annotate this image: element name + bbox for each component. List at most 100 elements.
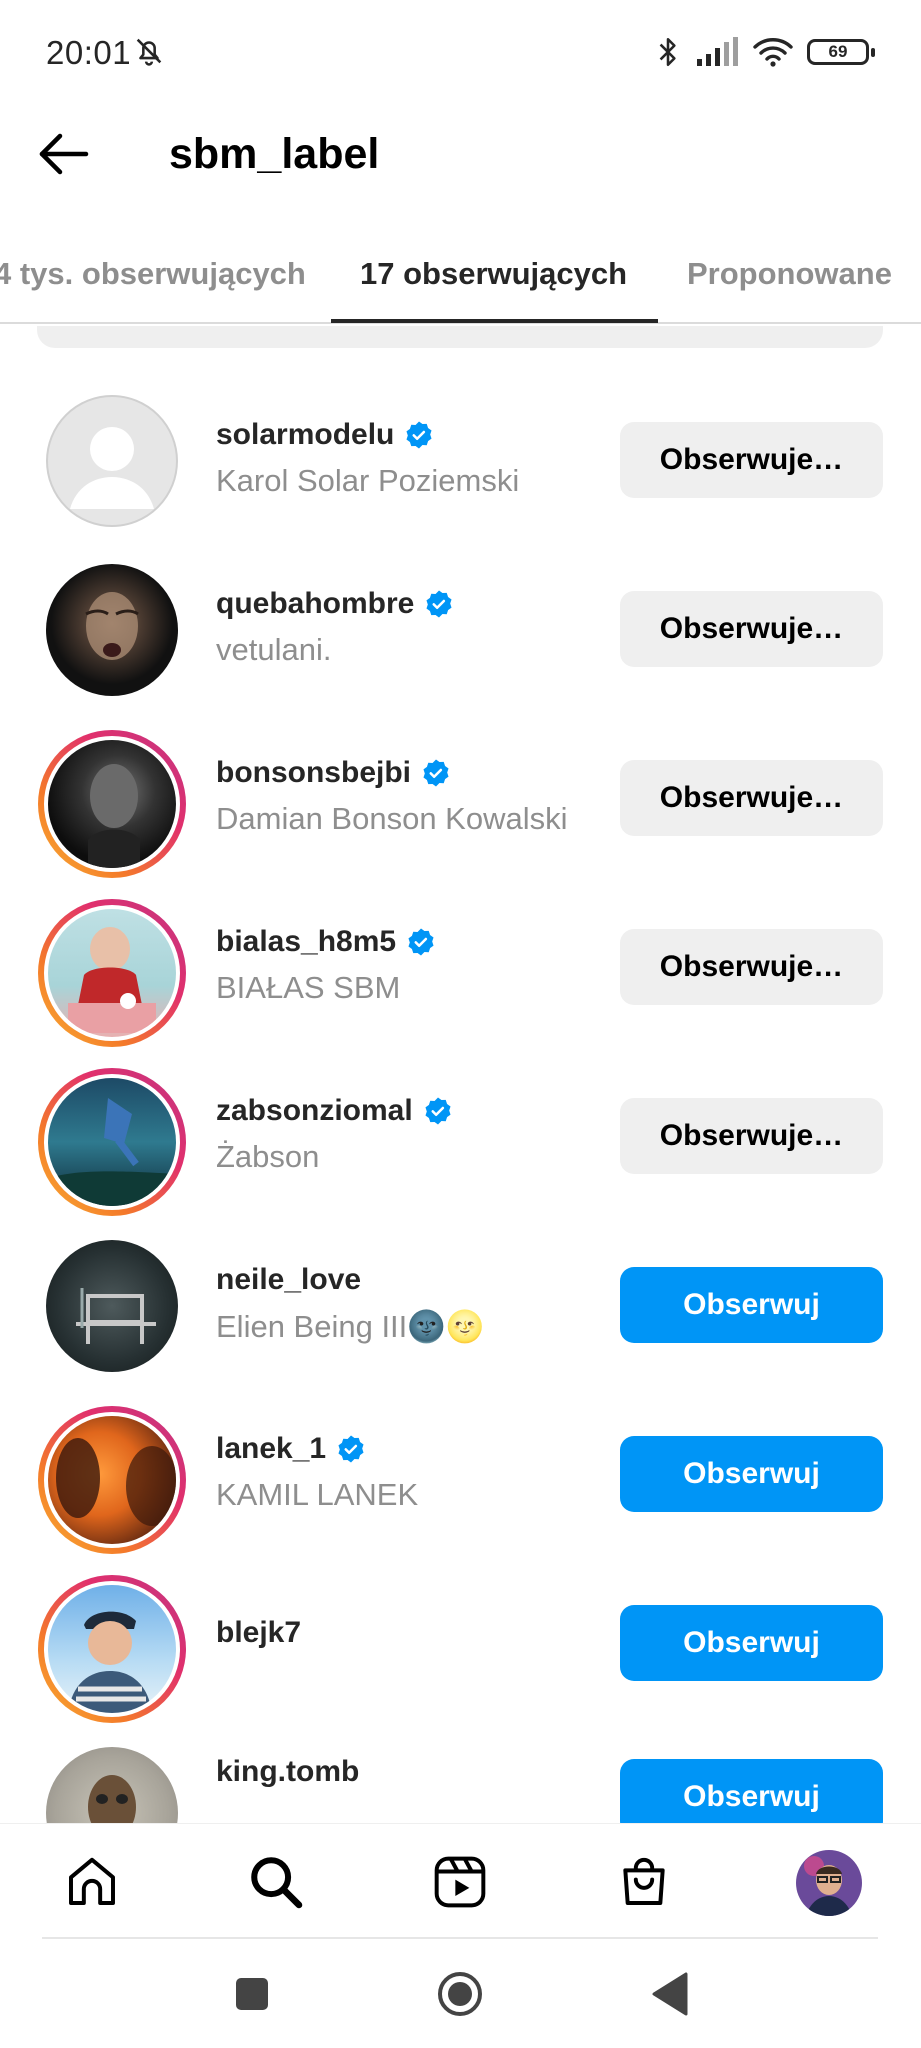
verified-badge-icon [425,1097,451,1125]
username-text: solarmodelu [216,418,395,451]
home-button[interactable] [436,1970,484,2018]
full-name: vetulani. [216,632,332,667]
search-icon [251,1857,303,1909]
status-time: 20:01 [46,34,132,71]
verified-badge-icon [423,759,449,787]
username[interactable]: lanek_1 [216,1432,366,1466]
battery-level: 69 [828,42,848,61]
verified-badge-icon [406,421,432,449]
verified-badge-icon [338,1435,364,1463]
nav-profile[interactable] [796,1850,862,1916]
home-icon [69,1857,115,1905]
username[interactable]: quebahombre [216,587,454,621]
list-item[interactable]: lanek_1 KAMIL LANEK Obserwuj [0,1389,921,1558]
system-navigation [0,1940,921,2048]
avatar [48,1078,176,1206]
avatar [48,1585,176,1713]
profile-avatar [796,1850,862,1916]
tab-suggested[interactable]: Proponowane [687,244,892,304]
search-bar-edge[interactable] [37,326,883,348]
username-text: king.tomb [216,1755,360,1788]
list-item[interactable]: bialas_h8m5 BIAŁAS SBM Obserwuje… [0,882,921,1051]
username[interactable]: bonsonsbejbi [216,756,451,790]
avatar[interactable] [46,395,178,527]
username-text: blejk7 [216,1616,302,1649]
following-button[interactable]: Obserwuje… [620,760,883,836]
bluetooth-icon [659,37,676,67]
list-item[interactable]: neile_love Elien Being III🌚🌝 Obserwuj [0,1220,921,1389]
full-name: KAMIL LANEK [216,1477,419,1512]
avatar-photo [88,764,140,868]
follow-button[interactable]: Obserwuj [620,1605,883,1681]
home-circle-icon [438,1972,482,2016]
following-button[interactable]: Obserwuje… [620,422,883,498]
full-name: Damian Bonson Kowalski [216,801,568,836]
following-button[interactable]: Obserwuje… [620,929,883,1005]
username[interactable]: king.tomb [216,1755,359,1789]
avatar [48,740,176,868]
signal-icon [697,37,738,66]
tab-bar: 4 tys. obserwujących 17 obserwujących Pr… [0,224,921,324]
avatar-photo [48,1098,176,1206]
avatar[interactable] [46,564,178,696]
list-item[interactable]: king.tomb Obserwuj [0,1727,921,1823]
username[interactable]: solarmodelu [216,418,434,452]
username[interactable]: neile_love [216,1263,361,1297]
username-text: bialas_h8m5 [216,925,397,958]
username-text: bonsonsbejbi [216,756,411,789]
nav-shop[interactable] [612,1850,676,1914]
follow-button[interactable]: Obserwuj [620,1436,883,1512]
following-button[interactable]: Obserwuje… [620,1098,883,1174]
username[interactable]: bialas_h8m5 [216,925,436,959]
list-item[interactable]: zabsonziomal Żabson Obserwuje… [0,1051,921,1220]
follow-button[interactable]: Obserwuj [620,1759,883,1823]
username-text: quebahombre [216,587,415,620]
reels-icon [434,1856,486,1908]
username[interactable]: blejk7 [216,1616,301,1650]
following-button[interactable]: Obserwuje… [620,591,883,667]
list-item[interactable]: quebahombre vetulani. Obserwuje… [0,544,921,713]
list-item[interactable]: blejk7 Obserwuj [0,1558,921,1727]
avatar [48,909,176,1037]
nav-search[interactable] [244,1850,308,1914]
back-triangle-icon [652,1972,688,2016]
recents-button[interactable] [228,1970,276,2018]
header: sbm_label [0,104,921,224]
avatar-photo [76,1288,156,1344]
status-icons: 69 [655,34,875,70]
followers-list: solarmodelu Karol Solar Poziemski Obserw… [0,375,921,1823]
avatar[interactable] [46,1240,178,1372]
avatar-story-ring[interactable] [38,899,186,1047]
avatar-story-ring[interactable] [38,730,186,878]
wifi-icon [753,38,793,67]
avatar-story-ring[interactable] [38,1575,186,1723]
mute-bell-icon [136,38,162,66]
shop-icon [623,1857,665,1905]
avatar-photo [56,1438,176,1526]
full-name: Karol Solar Poziemski [216,463,520,498]
avatar-photo [68,927,156,1033]
avatar-story-ring[interactable] [38,1406,186,1554]
nav-divider [42,1937,878,1939]
tab-followers[interactable]: 4 tys. obserwujących [0,244,306,304]
avatar-photo [85,592,139,660]
active-tab-indicator [331,319,658,323]
back-button[interactable] [646,1970,694,2018]
follow-button[interactable]: Obserwuj [620,1267,883,1343]
list-item[interactable]: solarmodelu Karol Solar Poziemski Obserw… [0,375,921,544]
verified-badge-icon [408,928,434,956]
nav-reels[interactable] [428,1850,492,1914]
tab-mutual-followers[interactable]: 17 obserwujących [360,244,627,304]
nav-home[interactable] [60,1850,124,1914]
page-title: sbm_label [169,130,380,178]
username[interactable]: zabsonziomal [216,1094,453,1128]
list-item[interactable]: bonsonsbejbi Damian Bonson Kowalski Obse… [0,713,921,882]
avatar[interactable] [46,1747,178,1823]
arrow-left-icon[interactable] [32,122,96,186]
avatar-photo [68,1611,152,1713]
avatar-story-ring[interactable] [38,1068,186,1216]
full-name: Elien Being III🌚🌝 [216,1309,485,1344]
username-text: neile_love [216,1263,362,1296]
username-text: zabsonziomal [216,1094,413,1127]
verified-badge-icon [426,590,452,618]
